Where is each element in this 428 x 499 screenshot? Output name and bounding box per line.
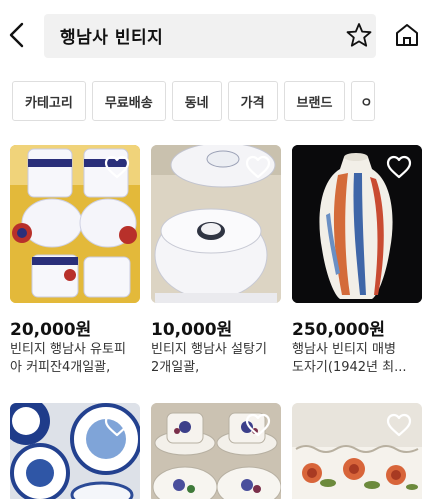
filter-chip-neighborhood[interactable]: 동네 (171, 81, 222, 121)
chip-label: 브랜드 (296, 95, 333, 111)
chip-label: 가격 (240, 95, 265, 111)
like-heart-icon[interactable] (386, 413, 412, 437)
search-input[interactable]: 행남사 빈티지 (44, 14, 376, 58)
product-title-line: 아 커피잔4개일괄, (10, 360, 111, 375)
home-button[interactable] (390, 18, 424, 52)
product-title-line: 2개일괄, (151, 360, 200, 375)
filter-chip-more[interactable]: ㅇ (351, 81, 376, 121)
filter-chip-free-shipping[interactable]: 무료배송 (91, 81, 166, 121)
chip-label: 무료배송 (104, 95, 153, 111)
product-image (151, 403, 281, 499)
back-button[interactable] (2, 18, 32, 52)
product-price: 250,000원 (292, 320, 386, 340)
product-card[interactable]: 20,000원 빈티지 행남사 유토피 아 커피잔4개일괄, (10, 145, 140, 375)
chip-label: 동네 (184, 95, 209, 111)
chip-label: 카테고리 (25, 95, 73, 111)
chevron-left-icon (9, 22, 24, 48)
product-image (151, 145, 281, 303)
filter-chip-brand[interactable]: 브랜드 (283, 81, 346, 121)
like-heart-icon[interactable] (104, 155, 130, 179)
product-title: 빈티지 행남사 유토피 아 커피잔4개일괄, (10, 341, 140, 377)
search-query: 행남사 빈티지 (60, 28, 164, 48)
favorite-search-button[interactable] (344, 20, 374, 50)
product-title-line: 도자기(1942년 최... (292, 360, 407, 375)
product-image (10, 145, 140, 303)
product-image (292, 403, 422, 499)
filter-chip-bar: 카테고리 무료배송 동네 가격 브랜드 ㅇ (12, 81, 376, 121)
product-image (10, 403, 140, 499)
home-icon (396, 24, 418, 46)
product-title-line: 행남사 빈티지 매병 (292, 342, 396, 357)
product-price: 10,000원 (151, 320, 233, 340)
product-card[interactable]: 10,000원 빈티지 행남사 설탕기 2개일괄, (151, 145, 281, 375)
product-card[interactable] (10, 403, 140, 499)
like-heart-icon[interactable] (104, 413, 130, 437)
like-heart-icon[interactable] (245, 155, 271, 179)
product-card[interactable] (151, 403, 281, 499)
product-title: 행남사 빈티지 매병 도자기(1942년 최... (292, 341, 422, 377)
product-price: 20,000원 (10, 320, 92, 340)
like-heart-icon[interactable] (245, 413, 271, 437)
product-card[interactable]: 250,000원 행남사 빈티지 매병 도자기(1942년 최... (292, 145, 422, 375)
header: 행남사 빈티지 (0, 0, 428, 70)
like-heart-icon[interactable] (386, 155, 412, 179)
product-title-line: 빈티지 행남사 설탕기 (151, 342, 267, 357)
product-image (292, 145, 422, 303)
filter-chip-price[interactable]: 가격 (227, 81, 278, 121)
product-title: 빈티지 행남사 설탕기 2개일괄, (151, 341, 281, 377)
chip-label: ㅇ (360, 95, 373, 111)
filter-chip-category[interactable]: 카테고리 (12, 81, 86, 121)
star-outline-icon (346, 23, 372, 47)
product-card[interactable] (292, 403, 422, 499)
product-title-line: 빈티지 행남사 유토피 (10, 342, 126, 357)
